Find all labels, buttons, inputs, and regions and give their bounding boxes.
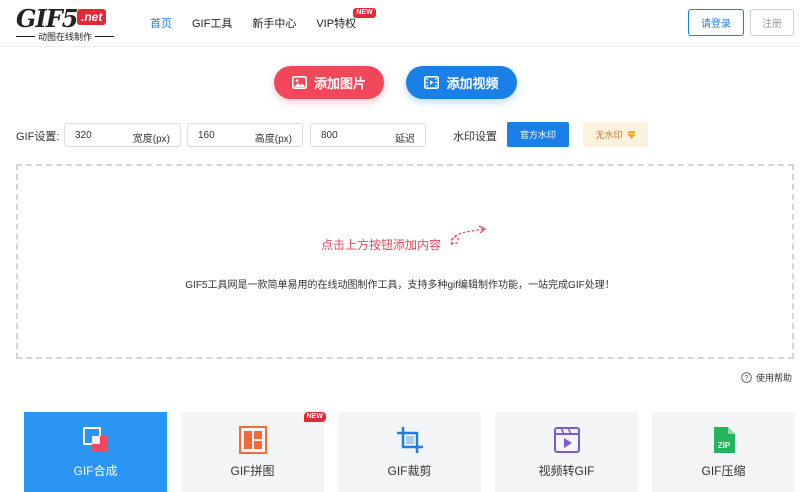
no-watermark-label: 无水印 [595, 130, 623, 140]
diamond-icon [626, 130, 636, 139]
add-content-hint: 点击上方按钮添加内容 [321, 238, 442, 252]
login-button[interactable]: 请登录 [688, 9, 744, 36]
nav-gif-tools[interactable]: GIF工具 [192, 15, 232, 31]
nav-home[interactable]: 首页 [150, 15, 172, 31]
new-badge: NEW [353, 8, 376, 18]
drop-zone[interactable] [16, 164, 794, 359]
width-value: 320 [75, 130, 92, 141]
nav-vip-label: VIP特权 [316, 18, 357, 30]
tool-gif-collage[interactable]: GIF拼图 NEW [181, 412, 326, 492]
video-to-gif-icon [553, 427, 580, 453]
tool-label: GIF拼图 [230, 464, 275, 478]
header: GIF5 .net 动图在线制作 首页 GIF工具 新手中心 VIP特权 NEW … [0, 0, 800, 46]
gif-compose-icon [82, 427, 108, 452]
main-nav: 首页 GIF工具 新手中心 VIP特权 NEW [150, 8, 376, 31]
height-unit: 高度(px) [254, 134, 292, 145]
add-video-label: 添加视频 [446, 76, 499, 91]
arrow-icon [450, 225, 487, 246]
image-icon [291, 76, 307, 89]
tool-label: GIF裁剪 [387, 464, 432, 478]
nav-vip[interactable]: VIP特权 NEW [316, 8, 376, 31]
watermark-label: 水印设置 [453, 131, 497, 143]
gif-collage-icon [238, 426, 267, 454]
help-link[interactable]: ? 使用帮助 [741, 371, 792, 384]
delay-value: 800 [321, 130, 338, 141]
tool-cards: GIF合成 GIF拼图 NEW GIF裁剪 视频转GIF ZIP GIF压缩 [24, 412, 795, 492]
height-value: 160 [198, 130, 215, 141]
logo-line-left [16, 36, 35, 37]
crop-icon [396, 427, 423, 453]
logo-main: GIF5 [16, 4, 78, 33]
new-badge: NEW [303, 412, 326, 422]
gif-settings-label: GIF设置: [16, 131, 60, 143]
official-watermark-button[interactable]: 官方水印 [507, 122, 569, 147]
width-unit: 宽度(px) [132, 134, 170, 145]
question-icon: ? [741, 372, 752, 383]
nav-beginner-center[interactable]: 新手中心 [252, 15, 296, 31]
logo-tagline-row: 动图在线制作 [16, 30, 115, 43]
header-divider [0, 46, 800, 47]
svg-text:?: ? [745, 375, 749, 382]
tool-video-to-gif[interactable]: 视频转GIF [495, 412, 638, 492]
tool-label: GIF合成 [73, 464, 118, 478]
tool-gif-compose[interactable]: GIF合成 [24, 412, 167, 492]
logo[interactable]: GIF5 .net 动图在线制作 [16, 4, 115, 43]
add-image-label: 添加图片 [313, 76, 366, 91]
delay-input[interactable]: 800 延迟 [310, 123, 426, 147]
tool-description: GIF5工具网是一款简单易用的在线动图制作工具，支持多种gif编辑制作功能，一站… [185, 280, 615, 291]
tool-label: 视频转GIF [538, 464, 595, 478]
register-button[interactable]: 注册 [750, 9, 794, 36]
tool-label: GIF压缩 [701, 464, 746, 478]
height-input[interactable]: 160 高度(px) [187, 123, 303, 147]
tool-gif-crop[interactable]: GIF裁剪 [338, 412, 481, 492]
zip-icon: ZIP [713, 427, 735, 453]
width-input[interactable]: 320 宽度(px) [64, 123, 181, 147]
help-label: 使用帮助 [756, 373, 793, 383]
logo-badge: .net [77, 9, 107, 25]
svg-text:ZIP: ZIP [717, 441, 730, 450]
add-video-button[interactable]: 添加视频 [406, 66, 517, 99]
add-image-button[interactable]: 添加图片 [274, 66, 384, 99]
logo-tagline: 动图在线制作 [38, 32, 93, 42]
no-watermark-button[interactable]: 无水印 [583, 122, 648, 147]
tool-gif-compress[interactable]: ZIP GIF压缩 [652, 412, 795, 492]
video-icon [424, 76, 440, 89]
delay-unit: 延迟 [395, 134, 415, 145]
logo-line-right [95, 36, 115, 37]
